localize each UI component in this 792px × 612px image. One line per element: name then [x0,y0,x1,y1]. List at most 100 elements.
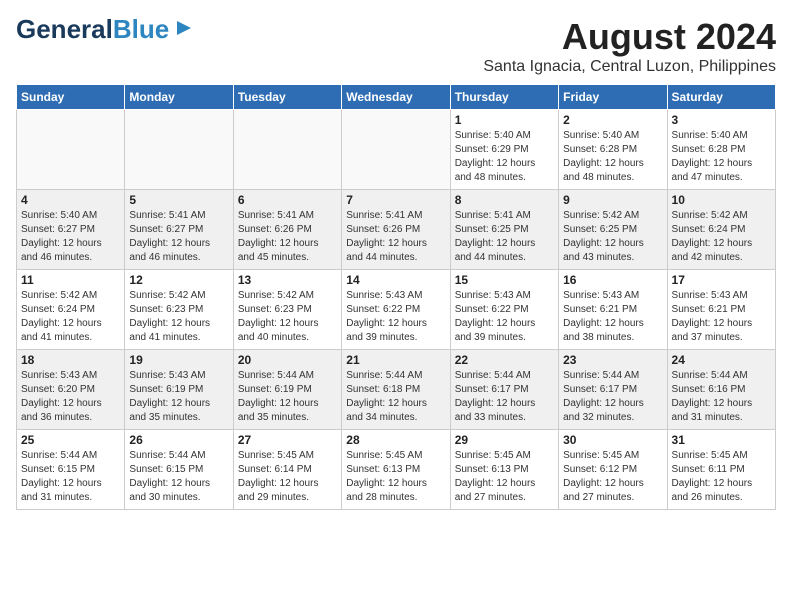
day-info: Sunrise: 5:44 AM Sunset: 6:17 PM Dayligh… [563,369,662,425]
calendar-cell: 19 Sunrise: 5:43 AM Sunset: 6:19 PM Dayli… [125,350,233,430]
calendar-cell [17,110,125,190]
day-number: 23 [563,353,662,367]
day-number: 16 [563,273,662,287]
calendar-cell [125,110,233,190]
calendar-cell: 17 Sunrise: 5:43 AM Sunset: 6:21 PM Dayli… [667,270,775,350]
day-number: 20 [238,353,337,367]
day-info: Sunrise: 5:45 AM Sunset: 6:11 PM Dayligh… [672,449,771,505]
calendar-cell [342,110,450,190]
day-number: 17 [672,273,771,287]
calendar-cell: 30 Sunrise: 5:45 AM Sunset: 6:12 PM Dayli… [559,430,667,510]
day-info: Sunrise: 5:41 AM Sunset: 6:26 PM Dayligh… [346,209,445,265]
calendar-cell: 21Sunrise: 5:44 AM Sunset: 6:18 PM Dayli… [342,350,450,430]
day-header-saturday: Saturday [667,85,775,110]
day-info: Sunrise: 5:43 AM Sunset: 6:20 PM Dayligh… [21,369,120,425]
calendar-cell: 13Sunrise: 5:42 AM Sunset: 6:23 PM Dayli… [233,270,341,350]
day-number: 1 [455,113,554,127]
calendar-cell: 1Sunrise: 5:40 AM Sunset: 6:29 PM Daylig… [450,110,558,190]
calendar-cell: 22 Sunrise: 5:44 AM Sunset: 6:17 PM Dayli… [450,350,558,430]
day-number: 31 [672,433,771,447]
day-header-wednesday: Wednesday [342,85,450,110]
calendar-cell: 11 Sunrise: 5:42 AM Sunset: 6:24 PM Dayli… [17,270,125,350]
day-number: 22 [455,353,554,367]
day-number: 21 [346,353,445,367]
calendar-cell: 6 Sunrise: 5:41 AM Sunset: 6:26 PM Daylig… [233,190,341,270]
day-info: Sunrise: 5:42 AM Sunset: 6:24 PM Dayligh… [21,289,120,345]
calendar-cell [233,110,341,190]
day-info: Sunrise: 5:41 AM Sunset: 6:25 PM Dayligh… [455,209,554,265]
calendar-cell: 15 Sunrise: 5:43 AM Sunset: 6:22 PM Dayli… [450,270,558,350]
page-header: GeneralBlue August 2024 Santa Ignacia, C… [16,16,776,76]
day-info: Sunrise: 5:40 AM Sunset: 6:27 PM Dayligh… [21,209,120,265]
day-info: Sunrise: 5:45 AM Sunset: 6:14 PM Dayligh… [238,449,337,505]
logo: GeneralBlue [16,16,195,42]
calendar-cell: 31 Sunrise: 5:45 AM Sunset: 6:11 PM Dayli… [667,430,775,510]
day-info: Sunrise: 5:42 AM Sunset: 6:23 PM Dayligh… [129,289,228,345]
day-number: 6 [238,193,337,207]
calendar-week-3: 11 Sunrise: 5:42 AM Sunset: 6:24 PM Dayli… [17,270,776,350]
day-number: 3 [672,113,771,127]
day-number: 12 [129,273,228,287]
day-info: Sunrise: 5:45 AM Sunset: 6:12 PM Dayligh… [563,449,662,505]
calendar-cell: 4Sunrise: 5:40 AM Sunset: 6:27 PM Daylig… [17,190,125,270]
day-info: Sunrise: 5:43 AM Sunset: 6:21 PM Dayligh… [672,289,771,345]
day-info: Sunrise: 5:40 AM Sunset: 6:28 PM Dayligh… [672,129,771,185]
day-number: 13 [238,273,337,287]
day-info: Sunrise: 5:41 AM Sunset: 6:27 PM Dayligh… [129,209,228,265]
day-info: Sunrise: 5:41 AM Sunset: 6:26 PM Dayligh… [238,209,337,265]
calendar-cell: 24 Sunrise: 5:44 AM Sunset: 6:16 PM Dayli… [667,350,775,430]
calendar-week-4: 18 Sunrise: 5:43 AM Sunset: 6:20 PM Dayli… [17,350,776,430]
day-info: Sunrise: 5:43 AM Sunset: 6:22 PM Dayligh… [346,289,445,345]
day-number: 18 [21,353,120,367]
calendar-cell: 26 Sunrise: 5:44 AM Sunset: 6:15 PM Dayli… [125,430,233,510]
calendar-cell: 8 Sunrise: 5:41 AM Sunset: 6:25 PM Daylig… [450,190,558,270]
day-number: 11 [21,273,120,287]
calendar-table: SundayMondayTuesdayWednesdayThursdayFrid… [16,84,776,510]
day-number: 9 [563,193,662,207]
title-block: August 2024 Santa Ignacia, Central Luzon… [483,16,776,76]
day-info: Sunrise: 5:43 AM Sunset: 6:21 PM Dayligh… [563,289,662,345]
calendar-cell: 16 Sunrise: 5:43 AM Sunset: 6:21 PM Dayli… [559,270,667,350]
calendar-cell: 9Sunrise: 5:42 AM Sunset: 6:25 PM Daylig… [559,190,667,270]
day-number: 30 [563,433,662,447]
month-title: August 2024 [483,16,776,58]
day-info: Sunrise: 5:42 AM Sunset: 6:24 PM Dayligh… [672,209,771,265]
day-number: 25 [21,433,120,447]
calendar-cell: 20 Sunrise: 5:44 AM Sunset: 6:19 PM Dayli… [233,350,341,430]
day-number: 8 [455,193,554,207]
calendar-cell: 2Sunrise: 5:40 AM Sunset: 6:28 PM Daylig… [559,110,667,190]
day-info: Sunrise: 5:44 AM Sunset: 6:19 PM Dayligh… [238,369,337,425]
day-info: Sunrise: 5:44 AM Sunset: 6:17 PM Dayligh… [455,369,554,425]
day-info: Sunrise: 5:43 AM Sunset: 6:22 PM Dayligh… [455,289,554,345]
location-subtitle: Santa Ignacia, Central Luzon, Philippine… [483,58,776,76]
day-info: Sunrise: 5:45 AM Sunset: 6:13 PM Dayligh… [455,449,554,505]
calendar-week-2: 4Sunrise: 5:40 AM Sunset: 6:27 PM Daylig… [17,190,776,270]
calendar-cell: 25Sunrise: 5:44 AM Sunset: 6:15 PM Dayli… [17,430,125,510]
day-info: Sunrise: 5:44 AM Sunset: 6:16 PM Dayligh… [672,369,771,425]
calendar-cell: 5Sunrise: 5:41 AM Sunset: 6:27 PM Daylig… [125,190,233,270]
day-info: Sunrise: 5:43 AM Sunset: 6:19 PM Dayligh… [129,369,228,425]
calendar-cell: 23 Sunrise: 5:44 AM Sunset: 6:17 PM Dayli… [559,350,667,430]
day-number: 15 [455,273,554,287]
calendar-cell: 3 Sunrise: 5:40 AM Sunset: 6:28 PM Daylig… [667,110,775,190]
day-info: Sunrise: 5:45 AM Sunset: 6:13 PM Dayligh… [346,449,445,505]
calendar-week-1: 1Sunrise: 5:40 AM Sunset: 6:29 PM Daylig… [17,110,776,190]
day-number: 24 [672,353,771,367]
day-header-friday: Friday [559,85,667,110]
day-number: 19 [129,353,228,367]
calendar-cell: 10Sunrise: 5:42 AM Sunset: 6:24 PM Dayli… [667,190,775,270]
calendar-cell: 29 Sunrise: 5:45 AM Sunset: 6:13 PM Dayli… [450,430,558,510]
day-number: 26 [129,433,228,447]
calendar-week-5: 25 Sunrise: 5:44 AM Sunset: 6:15 PM Dayli… [17,430,776,510]
logo-text: GeneralBlue [16,16,169,42]
day-info: Sunrise: 5:44 AM Sunset: 6:15 PM Dayligh… [129,449,228,505]
calendar-cell: 12 Sunrise: 5:42 AM Sunset: 6:23 PM Dayli… [125,270,233,350]
day-header-sunday: Sunday [17,85,125,110]
day-number: 29 [455,433,554,447]
calendar-cell: 7Sunrise: 5:41 AM Sunset: 6:26 PM Daylig… [342,190,450,270]
day-number: 28 [346,433,445,447]
calendar-header-row: SundayMondayTuesdayWednesdayThursdayFrid… [17,85,776,110]
calendar-cell: 27Sunrise: 5:45 AM Sunset: 6:14 PM Dayli… [233,430,341,510]
calendar-cell: 18 Sunrise: 5:43 AM Sunset: 6:20 PM Dayli… [17,350,125,430]
day-header-thursday: Thursday [450,85,558,110]
